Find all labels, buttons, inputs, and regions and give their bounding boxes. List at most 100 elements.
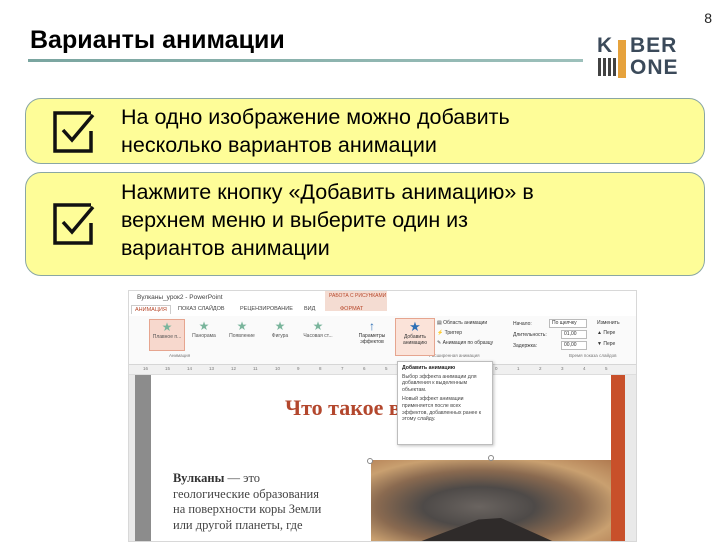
gallery-label: Фигура xyxy=(271,333,289,339)
arrow-up-icon: ↑ xyxy=(369,319,375,333)
ruler-tick: 4 xyxy=(583,366,586,371)
tab-format[interactable]: ФОРМАТ xyxy=(337,305,366,313)
trigger-label: Триггер xyxy=(444,330,463,336)
powerpoint-screenshot: Вулканы_урок2 - PowerPoint РАБОТА С РИСУ… xyxy=(128,290,637,542)
reorder-label: Изменить xyxy=(597,320,620,326)
gallery-shape[interactable]: ★ Фигура xyxy=(263,319,297,349)
slide-canvas: Что такое вулкан Вулканы — это геологиче… xyxy=(129,375,636,541)
logo-qr-icon xyxy=(598,58,616,76)
checkbox-icon xyxy=(53,203,95,245)
add-animation-button[interactable]: ★ Добавить анимацию xyxy=(395,318,435,356)
star-plus-icon: ★ xyxy=(409,319,421,334)
ruler-tick: 14 xyxy=(187,366,193,371)
info-card-2: Нажмите кнопку «Добавить анимацию» в вер… xyxy=(25,172,705,276)
move-later-button[interactable]: ▼ Пере xyxy=(597,341,615,347)
duration-input[interactable]: 01,00 xyxy=(561,330,587,339)
logo-letter-k: K xyxy=(597,34,614,57)
start-label: Начало: xyxy=(513,321,532,327)
move-earlier-label: Пере xyxy=(603,330,616,336)
info-card-1: На одно изображение можно добавить неско… xyxy=(25,98,705,164)
gallery-label: Плавное п... xyxy=(152,334,182,340)
resize-handle[interactable] xyxy=(367,458,373,464)
ruler-tick: 6 xyxy=(363,366,366,371)
ruler-tick: 1 xyxy=(517,366,520,371)
checkbox-icon xyxy=(53,111,95,153)
animation-pane-label: Область анимации xyxy=(443,320,488,326)
add-animation-tooltip: Добавить анимацию Выбор эффекта анимации… xyxy=(397,361,493,445)
star-icon: ★ xyxy=(274,319,286,333)
group-advanced-label: Расширенная анимация xyxy=(429,353,480,358)
ruler-tick: 12 xyxy=(231,366,237,371)
animation-painter-button[interactable]: ✎ Анимация по образцу xyxy=(437,340,493,346)
gallery-label: Панорама xyxy=(192,333,216,339)
ruler-tick: 7 xyxy=(341,366,344,371)
slide-body: Вулканы — это геологические образования … xyxy=(173,471,321,533)
tab-slide-show[interactable]: ПОКАЗ СЛАЙДОВ xyxy=(175,305,228,313)
tooltip-text-1: Выбор эффекта анимации для добавления к … xyxy=(402,373,477,393)
gallery-pan[interactable]: ★ Панорама xyxy=(187,319,221,349)
delay-label: Задержка: xyxy=(513,343,538,349)
context-tab-label: РАБОТА С РИСУНКАМИ xyxy=(329,293,387,299)
move-earlier-button[interactable]: ▲ Пере xyxy=(597,330,615,336)
slide: Что такое вулкан Вулканы — это геологиче… xyxy=(135,375,625,541)
ruler-tick: 3 xyxy=(561,366,564,371)
ruler-tick: 5 xyxy=(385,366,388,371)
gallery-wheel[interactable]: ★ Часовая ст... xyxy=(301,319,335,349)
page-title: Варианты анимации xyxy=(30,26,285,54)
card-1-text: На одно изображение можно добавить неско… xyxy=(121,105,510,157)
move-later-label: Пере xyxy=(603,341,616,347)
lightning-icon: ⚡ xyxy=(437,330,445,336)
ribbon-tabs: АНИМАЦИЯ ПОКАЗ СЛАЙДОВ РЕЦЕНЗИРОВАНИЕ ВИ… xyxy=(129,305,636,316)
ruler-tick: 0 xyxy=(495,366,498,371)
star-icon: ★ xyxy=(236,319,248,333)
logo-bar xyxy=(618,40,626,78)
star-icon: ★ xyxy=(312,319,324,333)
ruler-tick: 9 xyxy=(297,366,300,371)
tab-view[interactable]: ВИД xyxy=(301,305,318,313)
gallery-appear[interactable]: ★ Появление xyxy=(225,319,259,349)
start-select[interactable]: По щелчку xyxy=(549,319,587,328)
add-animation-label: Добавить анимацию xyxy=(403,334,427,346)
logo-text-one: ONE xyxy=(630,56,679,79)
duration-label: Длительность: xyxy=(513,332,547,338)
group-timing-label: Время показа слайдов xyxy=(569,353,617,358)
ruler-tick: 11 xyxy=(253,366,258,371)
effect-options-button[interactable]: ↑ Параметры эффектов xyxy=(355,319,389,346)
ruler: 16151413121110987654321012345 xyxy=(129,365,636,375)
tab-animation[interactable]: АНИМАЦИЯ xyxy=(131,305,171,314)
star-icon: ★ xyxy=(198,319,210,333)
page-number: 8 xyxy=(704,10,712,26)
tooltip-text-2: Новый эффект анимации применяется после … xyxy=(402,396,482,423)
group-animation-label: Анимация xyxy=(169,353,191,358)
ruler-tick: 2 xyxy=(539,366,542,371)
card-2-text: Нажмите кнопку «Добавить анимацию» в вер… xyxy=(121,180,534,260)
window-title: Вулканы_урок2 - PowerPoint xyxy=(137,294,223,301)
ruler-tick: 5 xyxy=(605,366,608,371)
gallery-label: Часовая ст... xyxy=(303,333,333,339)
slide-body-bold: Вулканы xyxy=(173,471,225,485)
animation-pane-button[interactable]: ▤ Область анимации xyxy=(437,320,487,326)
tab-review[interactable]: РЕЦЕНЗИРОВАНИЕ xyxy=(237,305,296,313)
slide-grey-strip xyxy=(135,375,151,541)
ruler-tick: 10 xyxy=(275,366,281,371)
ruler-tick: 15 xyxy=(165,366,171,371)
ruler-tick: 13 xyxy=(209,366,215,371)
gallery-label: Появление xyxy=(229,333,255,339)
effect-options-label: Параметры эффектов xyxy=(358,333,386,345)
volcano-mountain xyxy=(411,518,561,541)
ribbon: ★ Плавное п... ★ Панорама ★ Появление ★ … xyxy=(129,316,636,365)
rotation-handle[interactable] xyxy=(488,455,494,461)
volcano-image[interactable] xyxy=(371,460,611,541)
kiberone-logo: K BER ONE xyxy=(594,34,692,84)
title-underline xyxy=(28,59,583,62)
tooltip-title: Добавить анимацию xyxy=(402,365,456,371)
ruler-tick: 16 xyxy=(143,366,149,371)
ruler-tick: 8 xyxy=(319,366,322,371)
star-icon: ★ xyxy=(161,320,173,334)
trigger-button[interactable]: ⚡ Триггер xyxy=(437,330,462,336)
logo-text-ber: BER xyxy=(630,34,678,57)
gallery-fade[interactable]: ★ Плавное п... xyxy=(149,319,185,351)
slide-red-strip xyxy=(611,375,625,541)
delay-input[interactable]: 00,00 xyxy=(561,341,587,350)
animation-painter-label: Анимация по образцу xyxy=(442,340,494,346)
